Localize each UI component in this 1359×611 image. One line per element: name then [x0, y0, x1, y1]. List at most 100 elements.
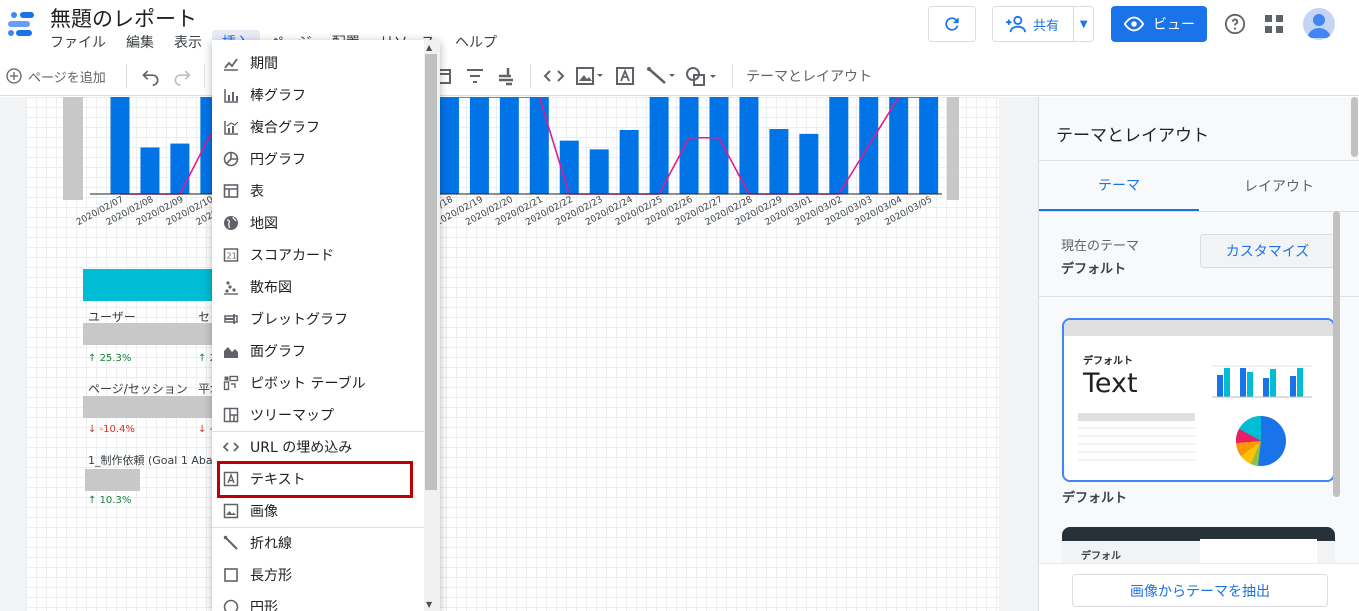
insert-menu-item-label: 棒グラフ	[250, 88, 306, 104]
theme-card-default[interactable]: デフォルト Text	[1062, 318, 1335, 482]
insert-menu-item[interactable]: 21 スコアカード	[212, 239, 424, 271]
data-control-button[interactable]	[496, 64, 516, 88]
insert-menu-item[interactable]: 円グラフ	[212, 143, 424, 175]
insert-menu-item[interactable]: 散布図	[212, 271, 424, 303]
insert-menu-item[interactable]: 複合グラフ	[212, 111, 424, 143]
scorecard-value[interactable]	[83, 323, 213, 345]
chart-bar	[469, 97, 489, 194]
delta-value: -10.4%	[99, 424, 135, 435]
data-control-icon	[499, 68, 513, 86]
chart-bar	[769, 129, 789, 194]
tab-layout[interactable]: レイアウト	[1199, 161, 1359, 211]
embed-button[interactable]	[543, 64, 565, 88]
insert-menu-item[interactable]: 画像	[212, 495, 424, 527]
add-page-button[interactable]: ページを追加	[6, 64, 106, 88]
insert-menu-item[interactable]: 面グラフ	[212, 335, 424, 367]
text-icon	[616, 67, 634, 85]
report-canvas[interactable]: 2020/02/07 2020/02/08 2020/02/09 2020/02/10…	[26, 97, 999, 611]
add-page-label: ページを追加	[28, 70, 106, 86]
scatter-icon	[212, 279, 250, 295]
scroll-up-arrow-icon[interactable]: ▲	[426, 43, 432, 52]
chart-bar	[889, 97, 909, 194]
line-button[interactable]	[646, 64, 678, 88]
image-icon	[212, 503, 250, 519]
panel-divider	[1039, 296, 1359, 297]
menu-scrollbar-thumb[interactable]	[425, 54, 437, 490]
share-dropdown-caret-icon[interactable]: ▼	[1073, 7, 1093, 41]
chart-bar	[559, 140, 579, 194]
help-icon[interactable]	[1224, 13, 1246, 35]
embed-icon	[212, 439, 250, 455]
current-theme-label: 現在のテーマ	[1061, 239, 1140, 254]
theme-layout-button[interactable]: テーマとレイアウト	[746, 64, 872, 88]
chart-handle-right	[947, 97, 959, 200]
chart-bar	[529, 97, 549, 194]
insert-menu-item-label: テキスト	[250, 472, 306, 488]
scroll-down-arrow-icon[interactable]: ▼	[426, 600, 432, 609]
insert-menu-item[interactable]: 棒グラフ	[212, 79, 424, 111]
filter-control-button[interactable]	[465, 64, 485, 88]
toolbar-divider	[204, 64, 205, 88]
extract-theme-from-image-button[interactable]: 画像からテーマを抽出	[1072, 574, 1328, 607]
share-button[interactable]: 共有 ▼	[992, 6, 1094, 42]
menu-file[interactable]: ファイル	[40, 30, 116, 52]
apps-grid-icon[interactable]	[1265, 15, 1283, 33]
person-icon	[1307, 14, 1331, 38]
scorecard-value[interactable]	[85, 469, 140, 491]
insert-menu-item[interactable]: URL の埋め込み	[212, 431, 424, 463]
insert-menu-item[interactable]: ツリーマップ	[212, 399, 424, 431]
chart-bar	[649, 97, 669, 194]
insert-menu-item[interactable]: 表	[212, 175, 424, 207]
looker-studio-logo[interactable]	[6, 8, 36, 38]
shape-button[interactable]	[685, 64, 719, 88]
toolbar-divider	[732, 64, 733, 88]
scorecard-delta-up: ↑ 25.3%	[88, 353, 132, 364]
insert-menu-item[interactable]: テキスト	[212, 463, 424, 495]
tab-theme[interactable]: テーマ	[1039, 161, 1199, 211]
view-label: ビュー	[1153, 17, 1195, 33]
scorecard-value[interactable]	[83, 396, 213, 418]
canvas-area: 2020/02/07 2020/02/08 2020/02/09 2020/02/10…	[0, 97, 1038, 611]
text-box-button[interactable]	[615, 64, 635, 88]
toolbar-divider	[530, 64, 531, 88]
customize-button[interactable]: カスタマイズ	[1200, 234, 1335, 268]
add-page-icon	[6, 68, 22, 84]
combo-chart[interactable]: 2020/02/072020/02/082020/02/092020/02/10…	[26, 97, 999, 247]
insert-menu-item-label: 表	[250, 184, 264, 200]
delta-value: 25.3%	[99, 353, 132, 364]
menu-help[interactable]: ヘルプ	[445, 30, 507, 52]
chart-bar	[679, 97, 699, 194]
chart-bar	[829, 97, 849, 194]
refresh-button[interactable]	[928, 6, 976, 42]
insert-menu-item[interactable]: 期間	[212, 47, 424, 79]
insert-menu-item[interactable]: 折れ線	[212, 527, 424, 559]
panel-scrollbar[interactable]	[1351, 97, 1358, 157]
insert-menu-item-label: 折れ線	[250, 536, 292, 552]
view-button[interactable]: ビュー	[1111, 6, 1207, 42]
theme-name: デフォルト	[1062, 491, 1128, 506]
image-button[interactable]	[576, 64, 604, 88]
chart-bar	[919, 97, 939, 194]
menu-view[interactable]: 表示	[164, 30, 212, 52]
insert-menu-item[interactable]: ピボット テーブル	[212, 367, 424, 399]
bar-chart-icon	[212, 87, 250, 103]
add-person-icon	[1006, 15, 1026, 33]
insert-menu-item-label: URL の埋め込み	[250, 440, 353, 456]
insert-menu-item[interactable]: 長方形	[212, 559, 424, 591]
pivot-table-icon	[212, 375, 250, 391]
insert-menu-item[interactable]: ブレットグラフ	[212, 303, 424, 335]
chart-bar	[170, 143, 190, 194]
preview-pie	[1235, 415, 1286, 466]
image-icon	[576, 67, 603, 85]
insert-menu-item[interactable]: 円形	[212, 591, 424, 611]
redo-button[interactable]	[172, 64, 192, 88]
insert-menu-item[interactable]: 地図	[212, 207, 424, 239]
theme-list-scrollbar[interactable]	[1333, 211, 1340, 497]
current-theme-name: デフォルト	[1061, 262, 1127, 277]
report-title[interactable]: 無題のレポート	[50, 3, 197, 33]
menu-edit[interactable]: 編集	[116, 30, 164, 52]
undo-button[interactable]	[141, 64, 161, 88]
treemap-icon	[212, 407, 250, 423]
scorecard-label: ページ/セッション	[88, 382, 188, 396]
account-avatar[interactable]	[1303, 8, 1335, 40]
